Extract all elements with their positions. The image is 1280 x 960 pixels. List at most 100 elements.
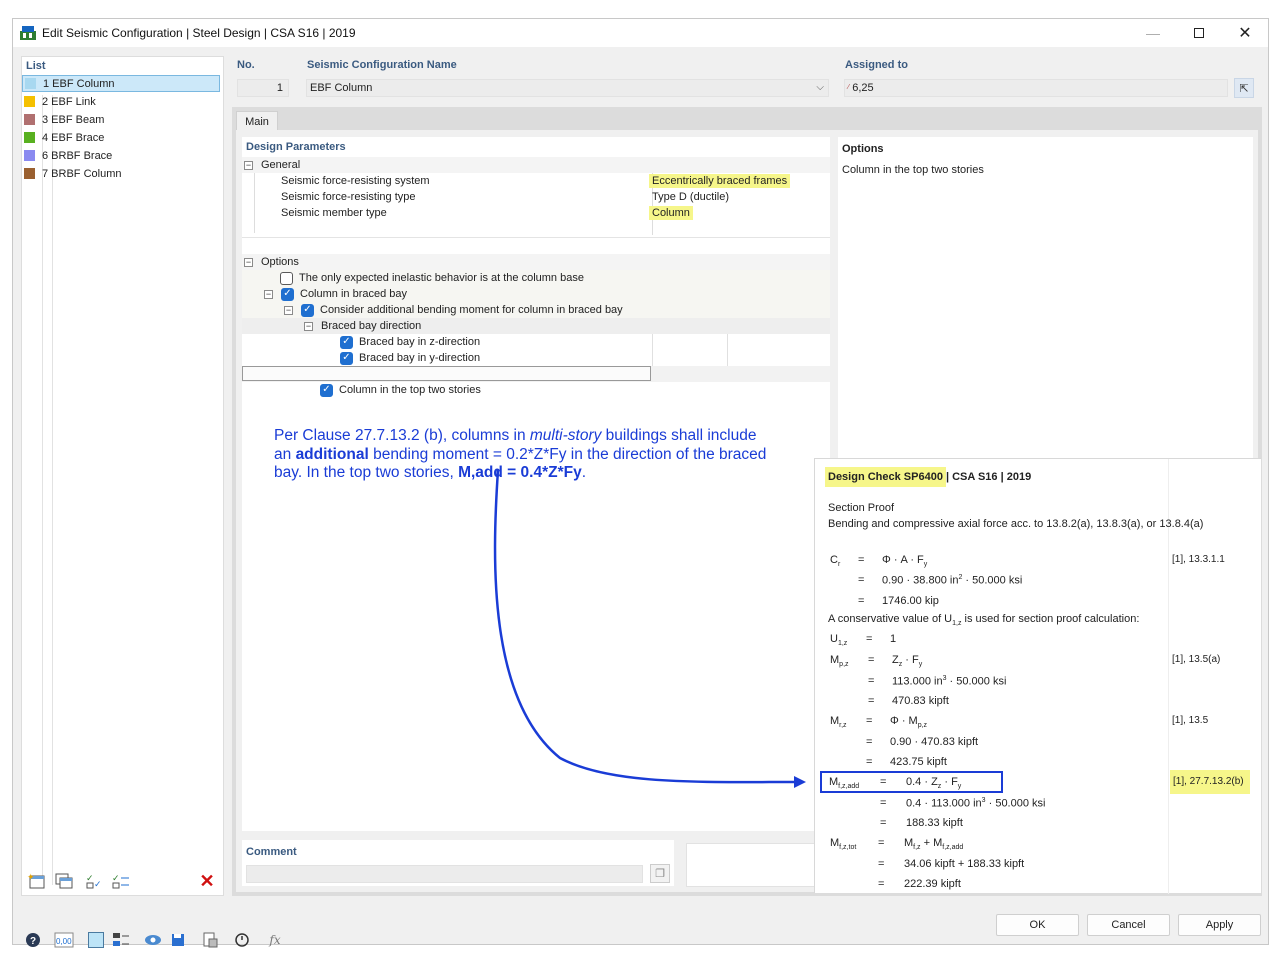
param-value[interactable]: Type D (ductile) bbox=[649, 190, 732, 204]
cr-equals: = bbox=[858, 554, 865, 566]
collapse-icon[interactable]: − bbox=[244, 257, 253, 267]
mr-formula: Φ · Mp,z bbox=[890, 715, 928, 730]
ok-button[interactable]: OK bbox=[996, 914, 1079, 936]
select-members-button[interactable]: ⇱ bbox=[1234, 78, 1254, 98]
section-proof-desc: Bending and compressive axial force acc.… bbox=[828, 518, 1204, 530]
mp-result: 470.83 kipft bbox=[892, 695, 949, 707]
mf-add-formula: 0.4 · Zz · Fy bbox=[906, 776, 962, 791]
param-value[interactable]: Eccentrically braced frames bbox=[649, 174, 791, 188]
option-row[interactable]: − ✓ Column in braced bay bbox=[264, 286, 407, 302]
cr-substitution: 0.90 · 38.800 in2 · 50.000 ksi bbox=[882, 574, 1023, 587]
design-params-panel: Design Parameters − General Seismic force… bbox=[242, 137, 830, 831]
mf-add-substitution: 0.4 · 113.000 in3 · 50.000 ksi bbox=[906, 797, 1046, 810]
option-label: Column in braced bay bbox=[300, 288, 408, 300]
visibility-icon[interactable] bbox=[143, 931, 163, 949]
collapse-icon[interactable]: − bbox=[264, 289, 273, 299]
option-row[interactable]: ✓ Braced bay in z-direction bbox=[340, 334, 480, 350]
mr-substitution: 0.90 · 470.83 kipft bbox=[890, 736, 979, 748]
apply-button[interactable]: Apply bbox=[1178, 914, 1261, 936]
mt-formula: Mf,z + Mf,z,add bbox=[904, 837, 964, 852]
option-row[interactable]: − ✓ Consider additional bending moment for… bbox=[284, 302, 623, 318]
checkbox[interactable] bbox=[280, 271, 293, 285]
cr-reference: [1], 13.3.1.1 bbox=[1172, 554, 1225, 565]
delete-icon[interactable]: ✕ bbox=[196, 872, 218, 892]
mp-equals-3: = bbox=[868, 695, 875, 707]
assigned-field[interactable]: ⁄ 6,25 bbox=[844, 79, 1228, 97]
option-label: Braced bay in y-direction bbox=[359, 352, 481, 364]
checkbox[interactable]: ✓ bbox=[320, 383, 333, 397]
minimize-icon: — bbox=[1146, 25, 1160, 41]
option-row[interactable]: − Braced bay direction bbox=[304, 318, 421, 334]
option-row[interactable]: ✓ Column in the top two stories bbox=[320, 382, 481, 398]
checkbox[interactable]: ✓ bbox=[281, 287, 294, 301]
general-group[interactable]: − General bbox=[244, 157, 300, 173]
name-dropdown[interactable]: EBF Column ⌵ bbox=[306, 79, 829, 97]
no-label: No. bbox=[237, 59, 255, 71]
minimize-button[interactable]: — bbox=[1130, 19, 1176, 47]
list-item[interactable]: 1 EBF Column bbox=[22, 75, 220, 92]
list-panel: List 1 EBF Column 2 EBF Link 3 EBF Beam 4 E… bbox=[21, 56, 224, 896]
option-row[interactable]: The only expected inelastic behavior is … bbox=[280, 270, 584, 286]
mp-symbol: Mp,z bbox=[830, 654, 849, 669]
mt-equals-2: = bbox=[878, 858, 885, 870]
comment-label: Comment bbox=[246, 846, 297, 858]
close-button[interactable]: ✕ bbox=[1222, 19, 1268, 47]
options-panel: Options Column in the top two stories bbox=[838, 137, 1253, 459]
options-group[interactable]: − Options bbox=[244, 254, 299, 270]
list-item[interactable]: 7 BRBF Column bbox=[22, 165, 220, 182]
list-item-label: 4 EBF Brace bbox=[42, 131, 105, 144]
mr-reference: [1], 13.5 bbox=[1172, 715, 1209, 726]
list-item[interactable]: 6 BRBF Brace bbox=[22, 147, 220, 164]
list-item-label: 6 BRBF Brace bbox=[42, 149, 113, 162]
option-row[interactable]: ✓ Braced bay in y-direction bbox=[340, 350, 480, 366]
mp-equals: = bbox=[868, 654, 875, 666]
checkbox[interactable]: ✓ bbox=[340, 335, 353, 349]
mp-reference: [1], 13.5(a) bbox=[1172, 654, 1221, 665]
new-config-icon[interactable]: ✦ bbox=[27, 872, 49, 892]
checkbox[interactable]: ✓ bbox=[301, 303, 314, 317]
mf-add-result: 188.33 kipft bbox=[906, 817, 963, 829]
checkbox[interactable]: ✓ bbox=[340, 351, 353, 365]
cr-symbol: Cr bbox=[830, 554, 841, 569]
param-value[interactable]: Column bbox=[649, 206, 693, 220]
save-icon[interactable] bbox=[168, 931, 188, 949]
color-box-icon[interactable] bbox=[86, 931, 106, 949]
units-icon[interactable]: 0,00 bbox=[54, 931, 74, 949]
svg-text:0,00: 0,00 bbox=[56, 937, 72, 946]
close-icon: ✕ bbox=[1238, 25, 1252, 42]
cr-equals-3: = bbox=[858, 595, 865, 607]
collapse-icon[interactable]: − bbox=[244, 160, 253, 170]
formula-icon[interactable]: f𝑥 bbox=[265, 931, 285, 949]
general-label: General bbox=[261, 159, 301, 171]
cr-formula: Φ · A · Fy bbox=[882, 554, 928, 569]
load-icon[interactable] bbox=[200, 931, 220, 949]
comment-input[interactable] bbox=[246, 865, 643, 883]
cancel-button[interactable]: Cancel bbox=[1087, 914, 1170, 936]
conservative-note: A conservative value of U1,z is used for… bbox=[828, 613, 1140, 628]
tab-main[interactable]: Main bbox=[236, 111, 278, 131]
list-item-label: 2 EBF Link bbox=[42, 95, 96, 108]
svg-text:✓: ✓ bbox=[112, 873, 120, 883]
mr-equals-2: = bbox=[866, 736, 873, 748]
uncheck-all-icon[interactable]: ✓ bbox=[111, 872, 133, 892]
comment-library-icon[interactable]: ❐ bbox=[650, 864, 670, 883]
copy-config-icon[interactable] bbox=[54, 872, 76, 892]
collapse-icon[interactable]: − bbox=[304, 321, 313, 331]
list-item[interactable]: 4 EBF Brace bbox=[22, 129, 220, 146]
collapse-icon[interactable]: − bbox=[284, 305, 293, 315]
list-item[interactable]: 3 EBF Beam bbox=[22, 111, 220, 128]
no-field[interactable]: 1 bbox=[237, 79, 289, 97]
option-label: The only expected inelastic behavior is … bbox=[299, 272, 584, 284]
reset-icon[interactable] bbox=[232, 931, 252, 949]
chevron-down-icon[interactable]: ⌵ bbox=[816, 80, 824, 96]
mt-equals: = bbox=[878, 837, 885, 849]
design-check-title: Design Check SP6400 | CSA S16 | 2019 bbox=[825, 466, 1031, 488]
svg-text:✓: ✓ bbox=[86, 873, 94, 883]
list-item[interactable]: 2 EBF Link bbox=[22, 93, 220, 110]
maximize-button[interactable] bbox=[1176, 19, 1222, 47]
table-view-icon[interactable] bbox=[111, 931, 131, 949]
help-icon[interactable]: ? bbox=[23, 931, 43, 949]
color-swatch bbox=[24, 168, 35, 179]
name-label: Seismic Configuration Name bbox=[307, 59, 457, 71]
check-all-icon[interactable]: ✓ ✓ bbox=[85, 872, 107, 892]
